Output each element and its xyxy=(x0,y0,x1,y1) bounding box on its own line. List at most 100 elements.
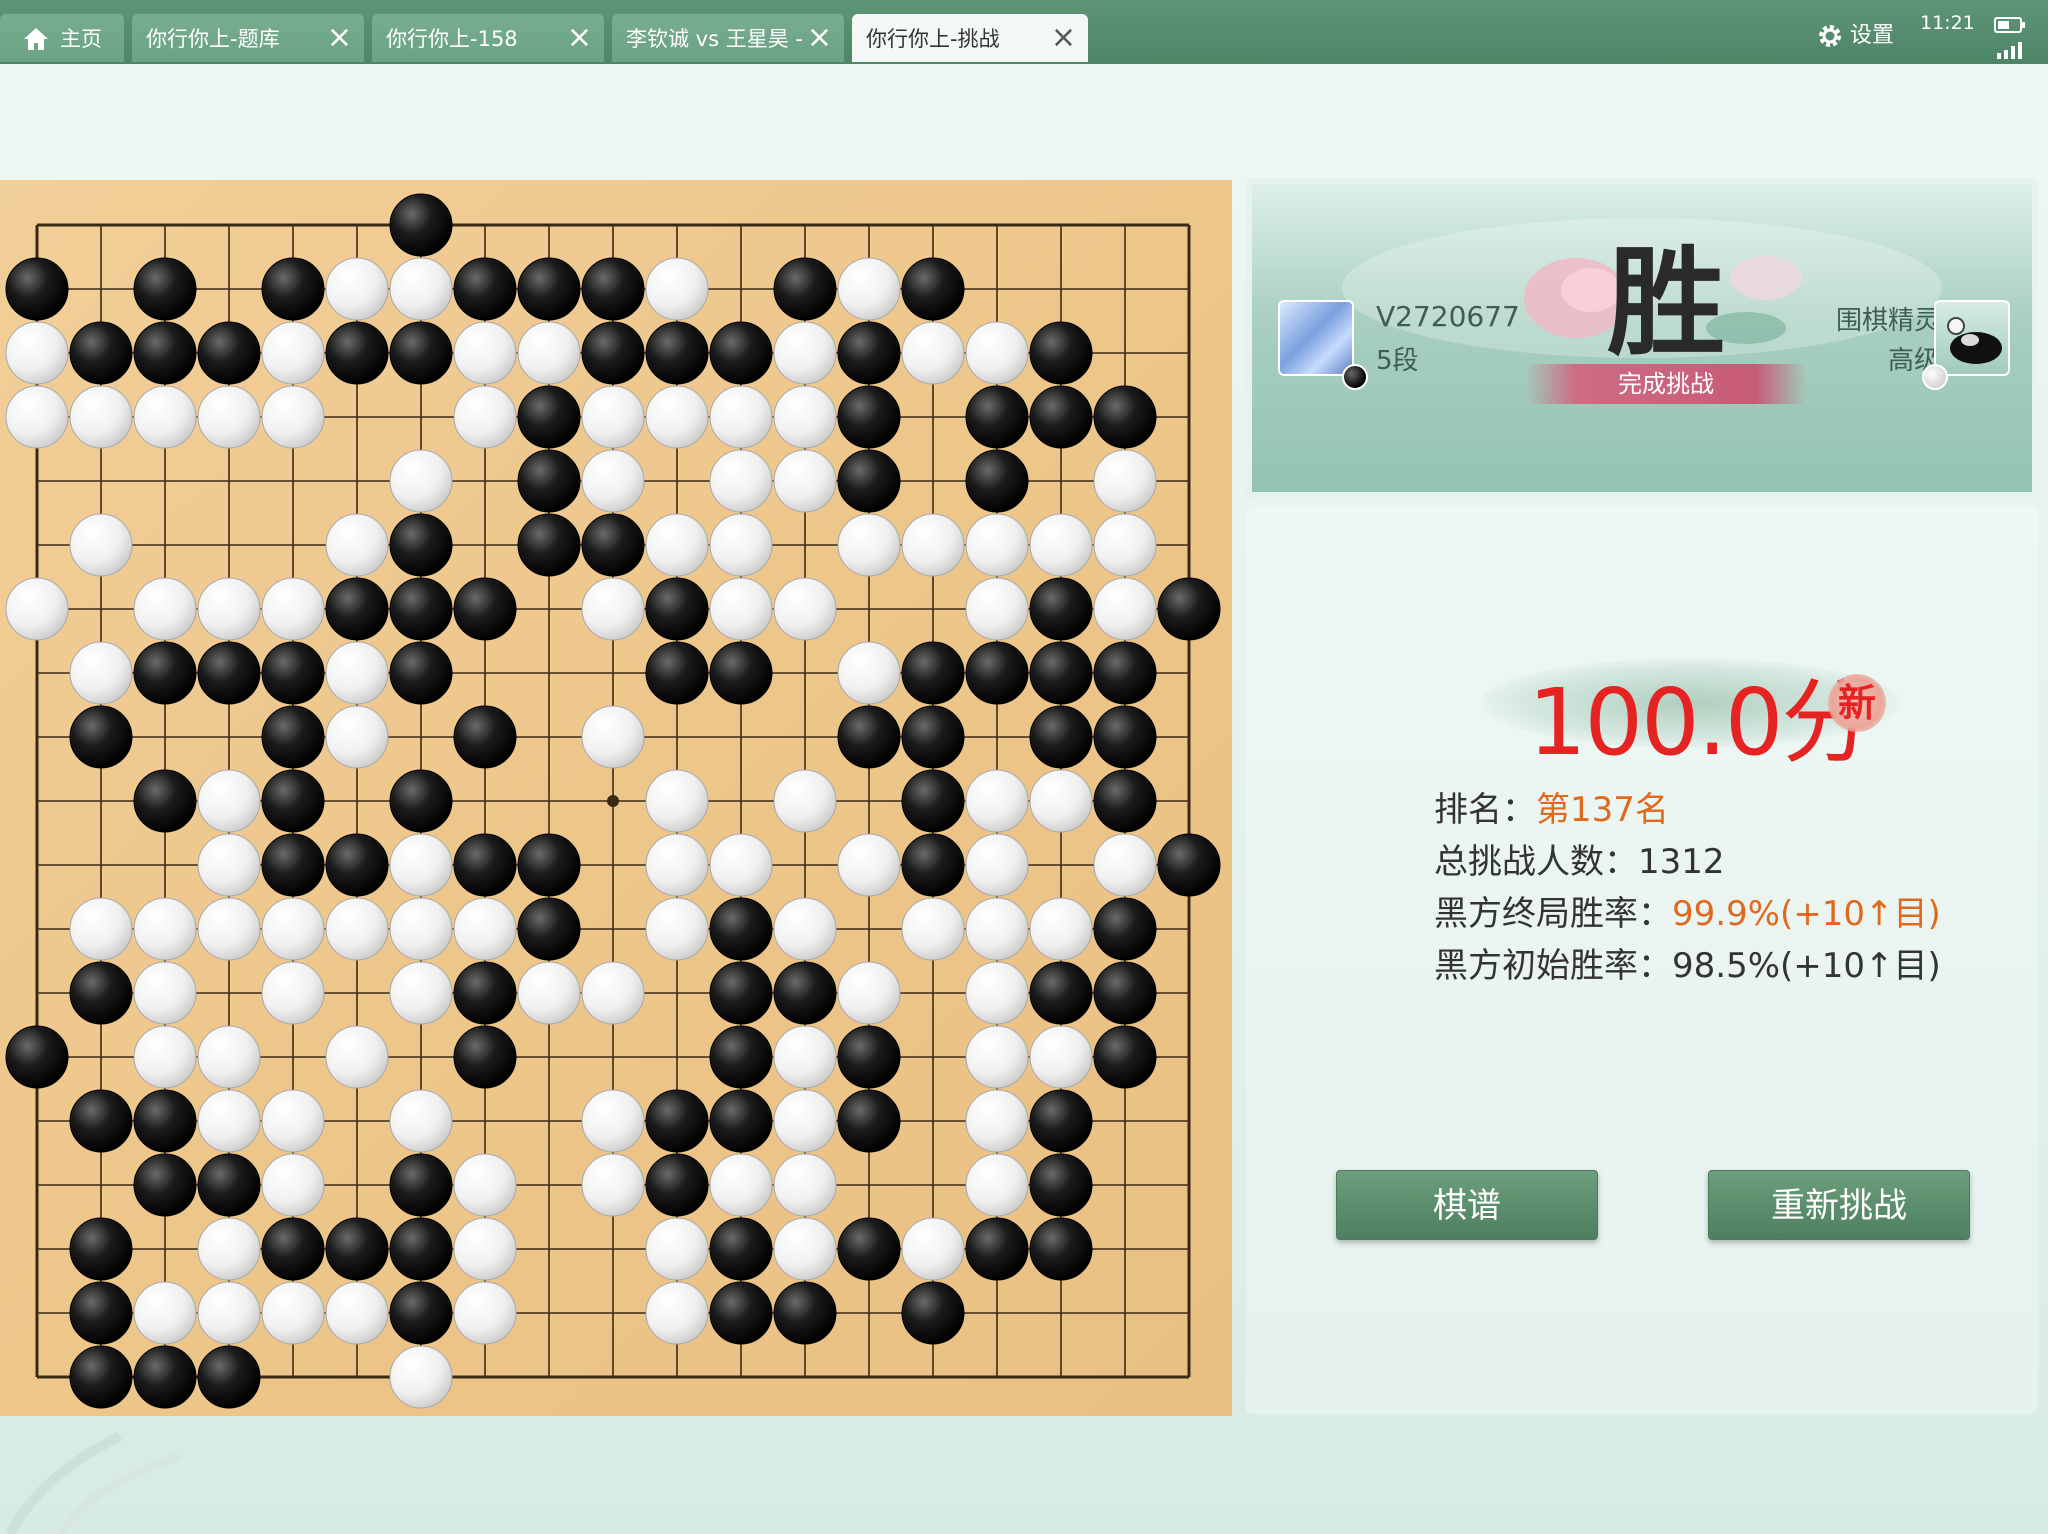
black-stone xyxy=(1093,1025,1157,1089)
white-stone xyxy=(837,513,901,577)
black-stone xyxy=(261,769,325,833)
white-stone xyxy=(837,833,901,897)
white-stone xyxy=(773,1153,837,1217)
white-stone xyxy=(965,577,1029,641)
white-stone xyxy=(453,1281,517,1345)
white-stone xyxy=(517,321,581,385)
white-stone xyxy=(325,705,389,769)
black-stone xyxy=(453,1025,517,1089)
stat-final-value: 99.9%(+10↑目) xyxy=(1672,894,1941,934)
tab-challenge[interactable]: 你行你上-挑战 × xyxy=(852,14,1088,62)
black-stone xyxy=(965,641,1029,705)
black-stone xyxy=(901,257,965,321)
bamboo-decoration xyxy=(5,1431,182,1534)
star-point xyxy=(607,795,619,807)
black-stone xyxy=(453,257,517,321)
black-stone xyxy=(965,449,1029,513)
black-stone xyxy=(517,897,581,961)
stat-total-label: 总挑战人数： xyxy=(1434,842,1638,882)
white-stone xyxy=(133,577,197,641)
go-board[interactable] xyxy=(0,180,1232,1416)
black-stone xyxy=(901,705,965,769)
white-stone xyxy=(837,961,901,1025)
white-stone xyxy=(645,513,709,577)
signal-icon xyxy=(1997,42,2022,59)
stat-initial-value: 98.5%(+10↑目) xyxy=(1672,946,1941,986)
black-stone xyxy=(1029,641,1093,705)
black-stone xyxy=(325,577,389,641)
stat-total-challengers: 总挑战人数：1312 xyxy=(1434,834,1725,883)
black-stone xyxy=(261,257,325,321)
black-stone xyxy=(837,321,901,385)
black-stone xyxy=(69,1281,133,1345)
white-stone xyxy=(325,897,389,961)
white-stone xyxy=(1029,513,1093,577)
black-stone xyxy=(645,1153,709,1217)
go-board-canvas[interactable] xyxy=(0,180,1232,1416)
player-name: V2720677 xyxy=(1376,300,1520,333)
stat-final-label: 黑方终局胜率： xyxy=(1434,894,1672,934)
black-stone xyxy=(517,257,581,321)
black-stone xyxy=(133,1089,197,1153)
battery-icon xyxy=(1994,17,2025,33)
game-record-button[interactable]: 棋谱 xyxy=(1336,1170,1598,1240)
white-stone xyxy=(645,385,709,449)
score-value: 100.0分 xyxy=(1528,669,1873,776)
black-stone xyxy=(453,705,517,769)
go-bowl-icon xyxy=(1947,317,2002,364)
white-stone-icon xyxy=(1922,364,1948,390)
white-stone xyxy=(965,1089,1029,1153)
white-stone xyxy=(773,1025,837,1089)
close-icon[interactable]: × xyxy=(807,14,832,62)
black-stone xyxy=(517,513,581,577)
player-rank: 5段 xyxy=(1376,346,1419,376)
stat-black-initial-winrate: 黑方初始胜率：98.5%(+10↑目) xyxy=(1434,938,1941,987)
black-stone xyxy=(69,1345,133,1409)
white-stone xyxy=(133,385,197,449)
white-stone xyxy=(1029,897,1093,961)
black-stone xyxy=(1029,705,1093,769)
white-stone xyxy=(965,1025,1029,1089)
close-icon[interactable]: × xyxy=(567,14,592,62)
white-stone xyxy=(69,385,133,449)
black-stone xyxy=(901,769,965,833)
white-stone xyxy=(581,577,645,641)
white-stone xyxy=(1093,449,1157,513)
black-stone xyxy=(709,641,773,705)
white-stone xyxy=(645,833,709,897)
black-stone xyxy=(261,641,325,705)
player-avatar[interactable] xyxy=(1278,300,1354,376)
black-stone xyxy=(389,1217,453,1281)
white-stone xyxy=(965,321,1029,385)
black-stone xyxy=(709,1089,773,1153)
top-tab-bar: 主页 你行你上-题库 × 你行你上-158 × 李钦诚 vs 王星昊 - × 你… xyxy=(0,0,2048,64)
close-icon[interactable]: × xyxy=(1051,14,1076,62)
close-icon[interactable]: × xyxy=(327,14,352,62)
result-banner: V2720677 5段 胜 完成挑战 围棋精灵 高级 xyxy=(1246,178,2038,498)
black-stone xyxy=(69,321,133,385)
clock: 11:21 xyxy=(1920,12,1975,34)
black-stone xyxy=(389,1153,453,1217)
black-stone xyxy=(709,321,773,385)
tab-158[interactable]: 你行你上-158 × xyxy=(372,14,604,62)
white-stone xyxy=(261,577,325,641)
black-stone xyxy=(837,449,901,513)
tab-home[interactable]: 主页 xyxy=(0,14,124,62)
black-stone xyxy=(517,833,581,897)
white-stone xyxy=(901,1217,965,1281)
white-stone xyxy=(965,833,1029,897)
settings-button[interactable]: 设置 xyxy=(1816,16,1894,56)
retry-challenge-button[interactable]: 重新挑战 xyxy=(1708,1170,1970,1240)
white-stone xyxy=(709,385,773,449)
tab-game-record[interactable]: 李钦诚 vs 王星昊 - × xyxy=(612,14,844,62)
black-stone xyxy=(773,1281,837,1345)
stat-initial-label: 黑方初始胜率： xyxy=(1434,946,1672,986)
white-stone xyxy=(965,1153,1029,1217)
opponent-avatar[interactable] xyxy=(1934,300,2010,376)
black-stone xyxy=(837,1025,901,1089)
black-stone xyxy=(1093,385,1157,449)
white-stone xyxy=(325,1281,389,1345)
white-stone xyxy=(261,1089,325,1153)
black-stone xyxy=(581,257,645,321)
tab-question-bank[interactable]: 你行你上-题库 × xyxy=(132,14,364,62)
